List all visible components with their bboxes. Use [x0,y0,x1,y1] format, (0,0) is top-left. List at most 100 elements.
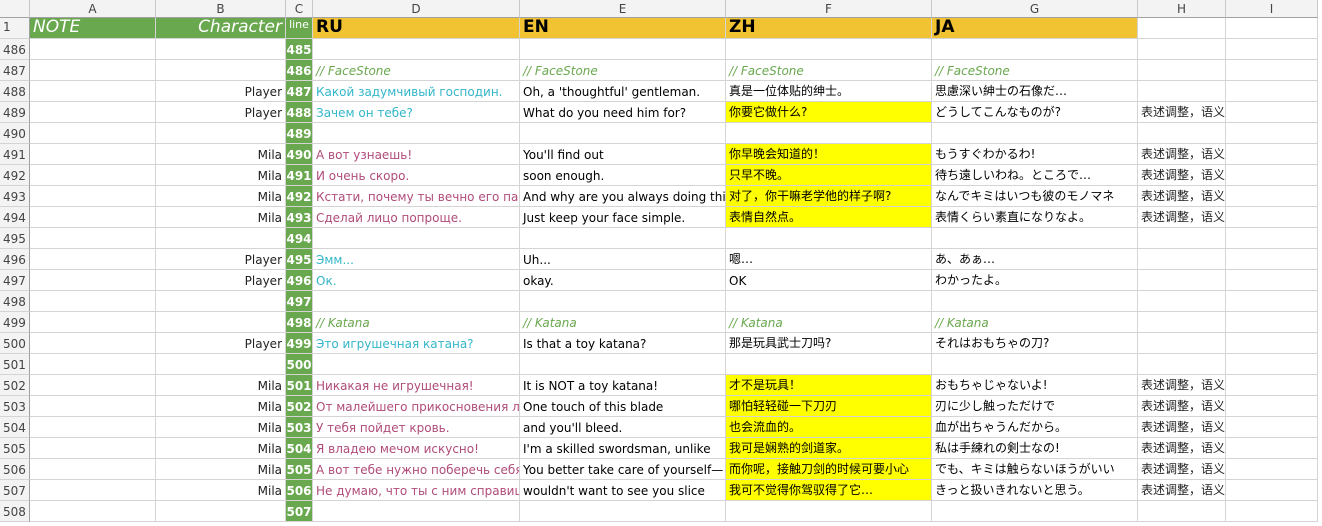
note-change-cell[interactable]: 表述调整，语义不变 [1138,459,1226,480]
empty-cell[interactable] [1226,501,1318,522]
note-change-cell[interactable] [1138,291,1226,312]
ja-cell[interactable]: // FaceStone [932,60,1138,81]
empty-cell[interactable] [1226,438,1318,459]
character-cell[interactable] [156,312,286,333]
line-number-cell[interactable]: 493 [286,207,313,228]
column-header-g[interactable]: G [932,0,1138,18]
ja-cell[interactable] [932,228,1138,249]
note-cell[interactable] [30,417,156,438]
column-header-d[interactable]: D [313,0,520,18]
empty-cell[interactable] [1226,186,1318,207]
row-number[interactable]: 504 [0,417,30,438]
line-number-cell[interactable]: 503 [286,417,313,438]
ja-cell[interactable] [932,123,1138,144]
note-change-cell[interactable]: 表述调整，语义不变 [1138,144,1226,165]
character-cell[interactable] [156,60,286,81]
note-cell[interactable] [30,438,156,459]
note-cell[interactable] [30,312,156,333]
ru-cell[interactable] [313,39,520,60]
line-number-cell[interactable]: 496 [286,270,313,291]
zh-cell[interactable]: OK [726,270,932,291]
line-number-cell[interactable]: 495 [286,249,313,270]
note-cell[interactable] [30,60,156,81]
line-number-cell[interactable]: 494 [286,228,313,249]
ru-cell[interactable]: А вот тебе нужно поберечь себя. [313,459,520,480]
en-cell[interactable]: okay. [520,270,726,291]
character-cell[interactable]: Player [156,81,286,102]
column-header-h[interactable]: H [1138,0,1226,18]
ru-header[interactable]: RU [313,18,520,39]
row-number[interactable]: 486 [0,39,30,60]
ru-cell[interactable]: Я владею мечом искусно! [313,438,520,459]
empty-cell[interactable] [1226,396,1318,417]
ja-cell[interactable] [932,501,1138,522]
empty-cell[interactable] [1226,102,1318,123]
zh-cell[interactable] [726,228,932,249]
ru-cell[interactable] [313,354,520,375]
en-cell[interactable] [520,354,726,375]
zh-cell[interactable]: 只早不晚。 [726,165,932,186]
ru-cell[interactable]: У тебя пойдет кровь. [313,417,520,438]
line-number-cell[interactable]: 489 [286,123,313,144]
note-cell[interactable] [30,39,156,60]
zh-header[interactable]: ZH [726,18,932,39]
ru-cell[interactable] [313,228,520,249]
row-number[interactable]: 489 [0,102,30,123]
note-cell[interactable] [30,186,156,207]
zh-cell[interactable]: 而你呢，接触刀剑的时候可要小心 [726,459,932,480]
zh-cell[interactable]: 嗯… [726,249,932,270]
empty-cell[interactable] [1226,144,1318,165]
character-cell[interactable]: Player [156,102,286,123]
ja-cell[interactable]: きっと扱いきれないと思う。 [932,480,1138,501]
en-cell[interactable] [520,228,726,249]
en-cell[interactable]: Uh... [520,249,726,270]
note-cell[interactable] [30,480,156,501]
row-number[interactable]: 1 [0,18,30,39]
ru-cell[interactable]: Эмм... [313,249,520,270]
ja-header[interactable]: JA [932,18,1138,39]
character-cell[interactable]: Mila [156,186,286,207]
ru-cell[interactable] [313,123,520,144]
ja-cell[interactable]: もうすぐわかるわ! [932,144,1138,165]
ru-cell[interactable]: Это игрушечная катана? [313,333,520,354]
empty-cell[interactable] [1226,417,1318,438]
character-cell[interactable]: Mila [156,459,286,480]
line-number-cell[interactable]: 500 [286,354,313,375]
ru-cell[interactable] [313,291,520,312]
ja-cell[interactable]: 待ち遠しいわね。ところで… [932,165,1138,186]
en-cell[interactable]: Oh, a 'thoughtful' gentleman. [520,81,726,102]
note-change-cell[interactable] [1138,312,1226,333]
empty-cell[interactable] [1226,459,1318,480]
zh-cell[interactable]: 真是一位体贴的绅士。 [726,81,932,102]
en-cell[interactable] [520,39,726,60]
note-change-cell[interactable] [1138,249,1226,270]
ja-cell[interactable]: 表情くらい素直になりなよ。 [932,207,1138,228]
line-number-cell[interactable]: 490 [286,144,313,165]
note-cell[interactable] [30,165,156,186]
note-cell[interactable] [30,396,156,417]
empty-cell[interactable] [1226,291,1318,312]
en-cell[interactable]: Is that a toy katana? [520,333,726,354]
ru-cell[interactable]: // FaceStone [313,60,520,81]
empty-header-cell[interactable] [1138,18,1226,39]
line-number-cell[interactable]: 502 [286,396,313,417]
row-number[interactable]: 487 [0,60,30,81]
ru-cell[interactable]: // Katana [313,312,520,333]
zh-cell[interactable] [726,39,932,60]
character-cell[interactable] [156,501,286,522]
line-number-cell[interactable]: 491 [286,165,313,186]
empty-cell[interactable] [1226,228,1318,249]
ru-cell[interactable]: Никакая не игрушечная! [313,375,520,396]
ja-cell[interactable]: 思慮深い紳士の石像だ… [932,81,1138,102]
empty-cell[interactable] [1226,60,1318,81]
note-cell[interactable] [30,207,156,228]
en-cell[interactable]: You'll find out [520,144,726,165]
empty-cell[interactable] [1226,312,1318,333]
empty-cell[interactable] [1226,333,1318,354]
note-change-cell[interactable] [1138,333,1226,354]
ja-cell[interactable] [932,291,1138,312]
en-cell[interactable]: // Katana [520,312,726,333]
note-change-cell[interactable]: 表述调整，语义不变 [1138,396,1226,417]
en-cell[interactable]: // FaceStone [520,60,726,81]
character-cell[interactable]: Player [156,249,286,270]
